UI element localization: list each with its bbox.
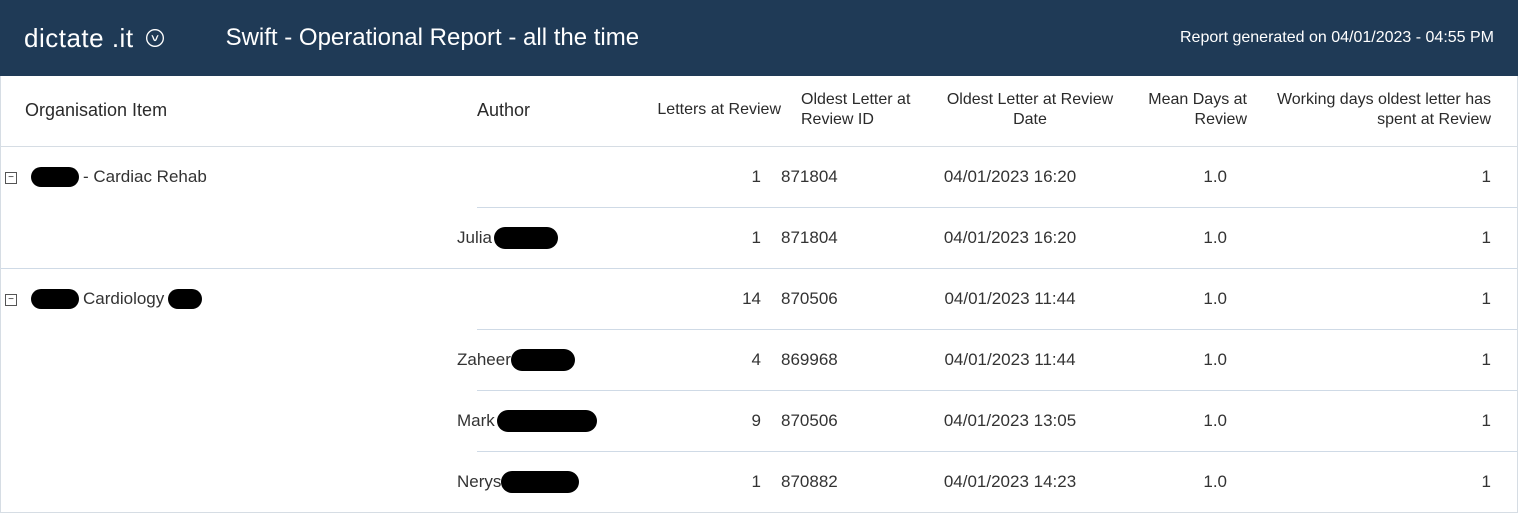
group-mean-days: 1.0 bbox=[1099, 289, 1239, 309]
table-row: Zaheer 4 869968 04/01/2023 11:44 1.0 1 bbox=[1, 330, 1517, 390]
table-row: Nerys 1 870882 04/01/2023 14:23 1.0 1 bbox=[1, 452, 1517, 512]
redacted-text bbox=[501, 471, 579, 493]
table-row: Mark 9 870506 04/01/2023 13:05 1.0 1 bbox=[1, 391, 1517, 451]
group-oldest-date: 04/01/2023 16:20 bbox=[913, 167, 1099, 187]
row-mean-days: 1.0 bbox=[1099, 411, 1239, 431]
row-oldest-date: 04/01/2023 13:05 bbox=[913, 411, 1099, 431]
group-letters: 14 bbox=[633, 289, 773, 309]
group-oldest-id: 871804 bbox=[773, 167, 913, 187]
redacted-text bbox=[511, 349, 575, 371]
report-table: Organisation Item Author Letters at Revi… bbox=[0, 76, 1518, 513]
row-oldest-id: 871804 bbox=[773, 228, 913, 248]
author-name-prefix: Julia bbox=[457, 228, 492, 248]
row-working-days: 1 bbox=[1239, 350, 1501, 370]
collapse-toggle-icon[interactable]: − bbox=[5, 172, 17, 184]
col-header-organisation: Organisation Item bbox=[21, 100, 477, 121]
group-label: - Cardiac Rehab bbox=[83, 167, 207, 187]
col-header-author: Author bbox=[477, 100, 653, 121]
row-working-days: 1 bbox=[1239, 411, 1501, 431]
report-title: Swift - Operational Report - all the tim… bbox=[226, 24, 640, 52]
row-oldest-id: 869968 bbox=[773, 350, 913, 370]
table-group-row: − Cardiology 14 870506 04/01/2023 11:44 … bbox=[1, 269, 1517, 329]
group-letters: 1 bbox=[633, 167, 773, 187]
group-working-days: 1 bbox=[1239, 289, 1501, 309]
row-mean-days: 1.0 bbox=[1099, 228, 1239, 248]
redacted-text bbox=[31, 167, 79, 187]
author-cell: Nerys bbox=[457, 471, 633, 493]
col-header-oldest-id: Oldest Letter at Review ID bbox=[793, 90, 933, 130]
row-oldest-id: 870882 bbox=[773, 472, 913, 492]
author-name-prefix: Nerys bbox=[457, 472, 501, 492]
row-oldest-date: 04/01/2023 11:44 bbox=[913, 350, 1099, 370]
author-cell: Mark bbox=[457, 410, 633, 432]
report-header: dictate .it Swift - Operational Report -… bbox=[0, 0, 1518, 76]
col-header-mean-days: Mean Days at Review bbox=[1119, 90, 1259, 130]
col-header-working-days: Working days oldest letter has spent at … bbox=[1259, 90, 1501, 130]
redacted-text bbox=[31, 289, 79, 309]
author-name-prefix: Zaheer bbox=[457, 350, 511, 370]
row-letters: 1 bbox=[633, 472, 773, 492]
author-cell: Zaheer bbox=[457, 349, 633, 371]
brand: dictate .it bbox=[24, 23, 166, 54]
table-group-row: − - Cardiac Rehab 1 871804 04/01/2023 16… bbox=[1, 147, 1517, 207]
redacted-text bbox=[494, 227, 558, 249]
table-header-row: Organisation Item Author Letters at Revi… bbox=[1, 76, 1517, 147]
group-working-days: 1 bbox=[1239, 167, 1501, 187]
brand-text: dictate .it bbox=[24, 23, 134, 54]
author-name-prefix: Mark bbox=[457, 411, 495, 431]
col-header-oldest-date: Oldest Letter at Review Date bbox=[933, 90, 1119, 130]
row-oldest-id: 870506 bbox=[773, 411, 913, 431]
row-working-days: 1 bbox=[1239, 228, 1501, 248]
redacted-text bbox=[497, 410, 597, 432]
row-letters: 1 bbox=[633, 228, 773, 248]
row-letters: 4 bbox=[633, 350, 773, 370]
group-label: Cardiology bbox=[83, 289, 164, 309]
col-header-letters: Letters at Review bbox=[653, 100, 793, 120]
group-oldest-date: 04/01/2023 11:44 bbox=[913, 289, 1099, 309]
collapse-toggle-icon[interactable]: − bbox=[5, 294, 17, 306]
group-oldest-id: 870506 bbox=[773, 289, 913, 309]
row-working-days: 1 bbox=[1239, 472, 1501, 492]
row-letters: 9 bbox=[633, 411, 773, 431]
row-mean-days: 1.0 bbox=[1099, 350, 1239, 370]
row-oldest-date: 04/01/2023 16:20 bbox=[913, 228, 1099, 248]
generated-timestamp: Report generated on 04/01/2023 - 04:55 P… bbox=[1180, 29, 1494, 47]
group-mean-days: 1.0 bbox=[1099, 167, 1239, 187]
redacted-text bbox=[168, 289, 202, 309]
table-row: Julia 1 871804 04/01/2023 16:20 1.0 1 bbox=[1, 208, 1517, 268]
author-cell: Julia bbox=[457, 227, 633, 249]
brand-icon bbox=[144, 27, 166, 49]
row-mean-days: 1.0 bbox=[1099, 472, 1239, 492]
row-oldest-date: 04/01/2023 14:23 bbox=[913, 472, 1099, 492]
